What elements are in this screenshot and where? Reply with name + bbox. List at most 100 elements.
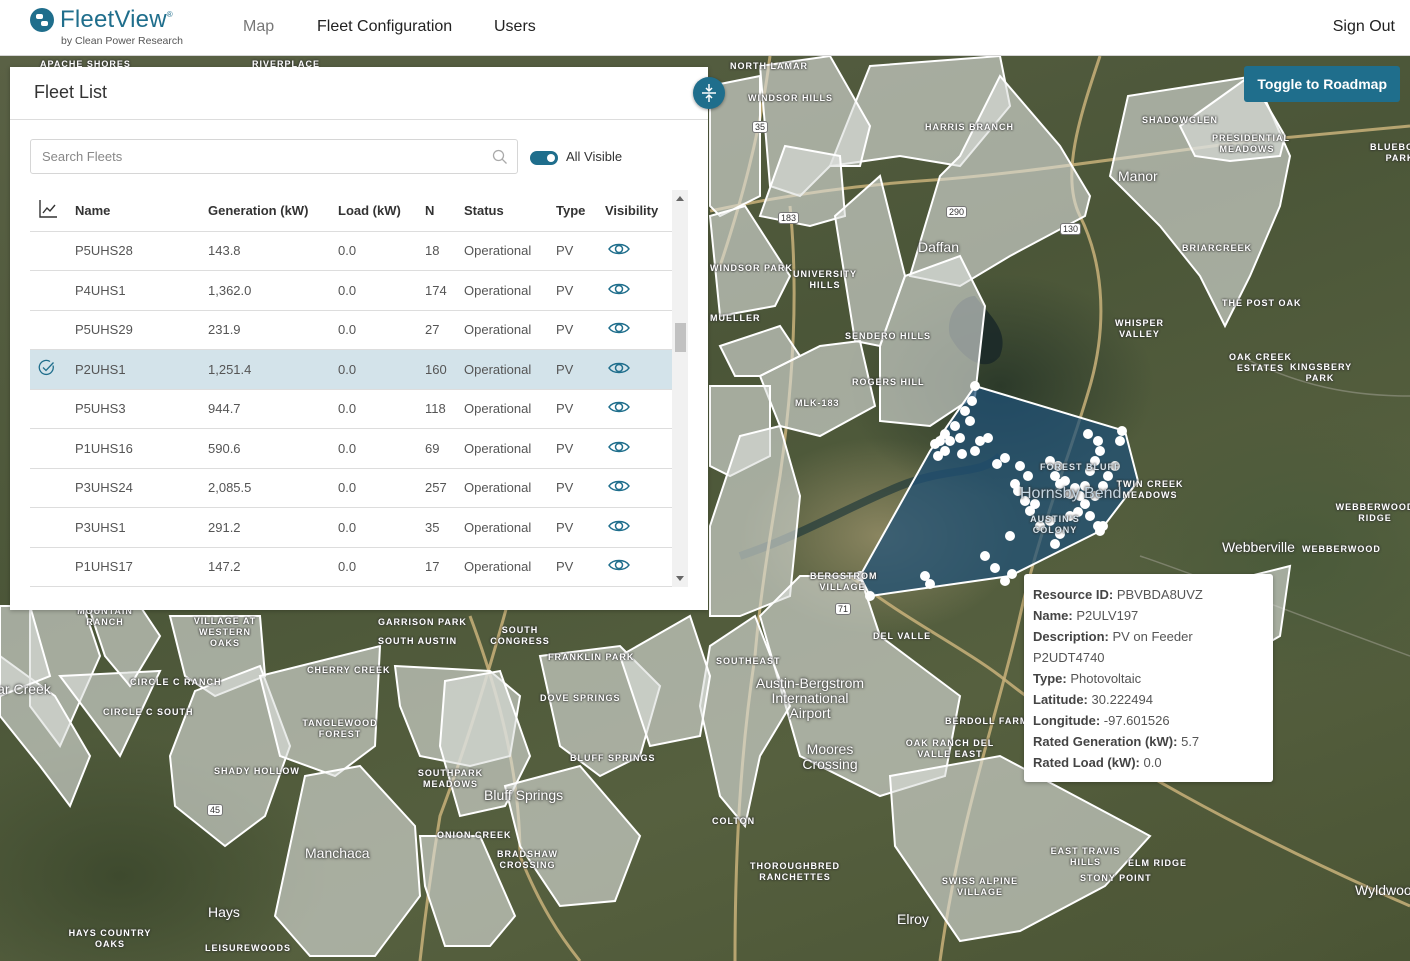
nav-fleet-configuration[interactable]: Fleet Configuration [317, 18, 452, 36]
nav-map[interactable]: Map [243, 18, 274, 36]
search-fleets-input[interactable] [31, 140, 471, 173]
pv-resource-point[interactable] [925, 579, 935, 589]
pv-resource-point[interactable] [990, 563, 1000, 573]
map-label: Windsor Park [710, 263, 793, 273]
pv-resource-point[interactable] [970, 381, 980, 391]
collapse-panel-button[interactable] [693, 77, 725, 109]
pv-resource-point[interactable] [1000, 453, 1010, 463]
visibility-eye-icon[interactable] [605, 242, 630, 259]
visibility-eye-icon[interactable] [605, 321, 630, 338]
fleet-row[interactable]: P5UHS28 143.8 0.0 18 Operational PV [30, 231, 672, 271]
tooltip-description: Description: PV on Feeder P2UDT4740 [1033, 629, 1193, 665]
pv-resource-point[interactable] [1085, 511, 1095, 521]
pv-resource-point[interactable] [983, 433, 993, 443]
column-header-type[interactable]: Type [556, 190, 605, 232]
fleet-load: 0.0 [338, 349, 425, 390]
map-label: Leisurewoods [205, 943, 292, 953]
pv-resource-point[interactable] [965, 416, 975, 426]
column-header-visibility[interactable]: Visibility [605, 190, 672, 232]
city-label: Manchaca [305, 845, 370, 861]
fleet-status: Operational [464, 389, 556, 429]
column-header-generation[interactable]: Generation (kW) [208, 190, 338, 232]
resource-tooltip: Resource ID: PBVBDA8UVZ Name: P2ULV197 D… [1024, 574, 1273, 782]
table-scrollbar[interactable] [672, 190, 688, 587]
column-header-name[interactable]: Name [75, 190, 208, 232]
visibility-eye-icon[interactable] [605, 440, 630, 457]
fleet-polygon[interactable] [273, 764, 422, 957]
visibility-eye-icon[interactable] [605, 558, 630, 575]
pv-resource-point[interactable] [1050, 539, 1060, 549]
collapse-icon [702, 84, 716, 102]
pv-resource-point[interactable] [1093, 436, 1103, 446]
tooltip-name: Name: P2ULV197 [1033, 608, 1139, 623]
fleet-row[interactable]: P3UHS1 291.2 0.0 35 Operational PV [30, 507, 672, 548]
pv-resource-point[interactable] [1083, 429, 1093, 439]
visibility-eye-icon[interactable] [605, 361, 630, 378]
pv-resource-point[interactable] [1117, 426, 1127, 436]
toggle-to-roadmap-button[interactable]: Toggle to Roadmap [1244, 66, 1400, 102]
scroll-thumb[interactable] [675, 323, 686, 352]
tooltip-latitude: Latitude: 30.222494 [1033, 692, 1153, 707]
scroll-up-arrow[interactable] [676, 196, 684, 201]
fleet-count: 257 [425, 468, 464, 508]
pv-resource-point[interactable] [957, 449, 967, 459]
pv-resource-point[interactable] [933, 451, 943, 461]
pv-resource-point[interactable] [960, 406, 970, 416]
pv-resource-point[interactable] [1015, 461, 1025, 471]
pv-resource-point[interactable] [945, 436, 955, 446]
fleet-row[interactable]: P2UHS1 1,251.4 0.0 160 Operational PV [30, 349, 672, 390]
pv-resource-point[interactable] [950, 421, 960, 431]
fleet-count: 18 [425, 231, 464, 271]
selected-check-icon [38, 359, 56, 380]
pv-resource-point[interactable] [992, 459, 1002, 469]
column-header-status[interactable]: Status [464, 190, 556, 232]
column-header-load[interactable]: Load (kW) [338, 190, 425, 232]
fleet-row[interactable]: P1UHS16 590.6 0.0 69 Operational PV [30, 428, 672, 469]
chart-icon[interactable] [38, 199, 58, 219]
pv-resource-point[interactable] [970, 446, 980, 456]
pv-resource-point[interactable] [1023, 471, 1033, 481]
map-label: North Lamar [730, 61, 808, 71]
pv-resource-point[interactable] [967, 396, 977, 406]
all-visible-toggle[interactable] [530, 151, 558, 165]
fleet-row[interactable]: P4UHS1 1,362.0 0.0 174 Operational PV [30, 270, 672, 311]
visibility-eye-icon[interactable] [605, 400, 630, 417]
sign-out-link[interactable]: Sign Out [1333, 18, 1395, 36]
search-icon[interactable] [492, 149, 508, 165]
fleet-row[interactable]: P1UHS17 147.2 0.0 17 Operational PV [30, 547, 672, 587]
fleet-row[interactable]: P3UHS24 2,085.5 0.0 257 Operational PV [30, 468, 672, 508]
tooltip-rated-load: Rated Load (kW): 0.0 [1033, 755, 1162, 770]
fleet-row[interactable]: P5UHS3 944.7 0.0 118 Operational PV [30, 389, 672, 429]
fleet-row[interactable]: P5UHS29 231.9 0.0 27 Operational PV [30, 310, 672, 350]
scroll-down-arrow[interactable] [676, 576, 684, 581]
fleet-type: PV [556, 389, 605, 429]
map-label: Swiss Alpine Village [941, 876, 1019, 897]
fleet-count: 27 [425, 310, 464, 350]
search-fleets-field[interactable] [30, 139, 518, 174]
pv-resource-point[interactable] [1000, 576, 1010, 586]
pv-resource-point[interactable] [930, 439, 940, 449]
map-label: Oak Ranch Del Valle East [905, 738, 995, 759]
nav-users[interactable]: Users [494, 18, 536, 36]
brand-name: FleetView [60, 6, 167, 33]
pv-resource-point[interactable] [1005, 531, 1015, 541]
fleet-generation: 944.7 [208, 389, 338, 429]
visibility-eye-icon[interactable] [605, 479, 630, 496]
map-label: Circle C South [103, 707, 194, 717]
pv-resource-point[interactable] [1095, 446, 1105, 456]
fleetview-logo[interactable]: FleetView® by Clean Power Research [30, 6, 200, 50]
pv-resource-point[interactable] [1115, 436, 1125, 446]
visibility-eye-icon[interactable] [605, 282, 630, 299]
visibility-eye-icon[interactable] [605, 519, 630, 536]
pv-resource-point[interactable] [980, 551, 990, 561]
pv-resource-point[interactable] [955, 433, 965, 443]
fleet-load: 0.0 [338, 389, 425, 429]
map-label: Thoroughbred Ranchettes [750, 861, 840, 882]
column-header-n[interactable]: N [425, 190, 464, 232]
pv-resource-point[interactable] [1098, 521, 1108, 531]
fleet-type: PV [556, 349, 605, 390]
map-label: Rogers Hill [852, 377, 925, 387]
fleet-name: P4UHS1 [75, 270, 208, 311]
highway-shield: 71 [835, 603, 852, 615]
highway-shield: 35 [752, 121, 769, 133]
